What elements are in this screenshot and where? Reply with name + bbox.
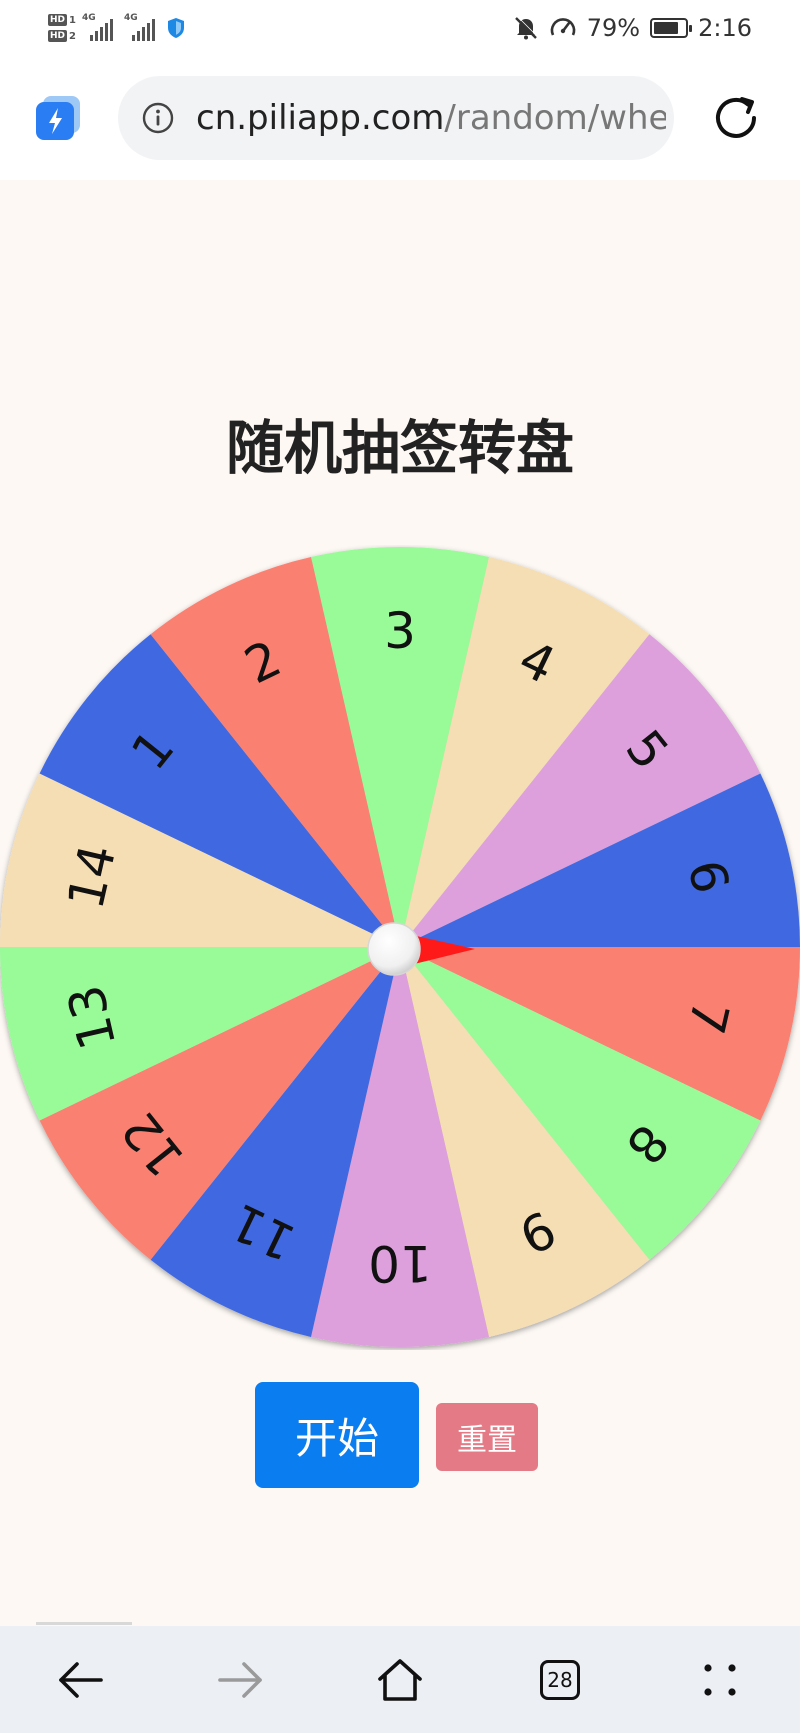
speed-gauge-icon — [550, 18, 576, 36]
start-button[interactable]: 开始 — [255, 1382, 419, 1488]
url-host: cn.piliapp.com — [196, 98, 445, 138]
back-arrow-icon — [59, 1661, 103, 1698]
address-bar[interactable]: cn.piliapp.com/random/whee — [118, 76, 674, 160]
tabs-button[interactable]: 28 — [510, 1626, 610, 1733]
tabs-icon: 28 — [540, 1659, 580, 1700]
back-button[interactable] — [31, 1626, 131, 1733]
info-icon[interactable] — [142, 102, 174, 134]
hd1-label: HD — [48, 14, 68, 26]
menu-dots-icon — [704, 1663, 736, 1696]
url-text[interactable]: cn.piliapp.com/random/whee — [196, 76, 666, 160]
wheel-label-3: 3 — [384, 602, 416, 660]
signal-1-icon: 4G — [82, 13, 118, 43]
security-shield-icon — [167, 18, 184, 38]
browser-toolbar: cn.piliapp.com/random/whee — [0, 56, 800, 180]
hd1-number: 1 — [69, 14, 76, 26]
clock-time: 2:16 — [698, 14, 752, 42]
status-left: HD 1 HD 2 4G 4G — [48, 6, 186, 50]
status-right: 79% 2:16 — [513, 0, 752, 56]
forward-arrow-icon — [218, 1661, 262, 1698]
battery-icon — [650, 18, 693, 38]
reset-button[interactable]: 重置 — [436, 1403, 538, 1471]
url-path: /random/whee — [444, 98, 666, 138]
home-icon — [378, 1658, 422, 1701]
hd2-indicator: HD 2 — [48, 30, 76, 42]
forward-button[interactable] — [190, 1626, 290, 1733]
menu-button[interactable] — [670, 1626, 770, 1733]
wheel-container: 3 4 5 6 7 8 9 10 11 12 13 14 1 2 — [0, 545, 800, 1350]
battery-percent: 79% — [586, 14, 641, 42]
hd-indicators: HD 1 HD 2 — [48, 14, 76, 42]
browser-bolt-icon[interactable] — [36, 96, 82, 142]
spin-wheel[interactable]: 3 456789101112131412 — [0, 545, 800, 1350]
hd2-number: 2 — [69, 30, 76, 42]
home-button[interactable] — [350, 1626, 450, 1733]
signal-2-icon: 4G — [124, 13, 160, 43]
reload-icon[interactable] — [708, 90, 764, 146]
page-title: 随机抽签转盘 — [225, 414, 574, 482]
hd1-indicator: HD 1 — [48, 14, 76, 26]
scroll-indicator — [36, 1622, 132, 1625]
mute-bell-icon — [514, 16, 538, 40]
status-bar: HD 1 HD 2 4G 4G 79% 2:16 — [0, 0, 800, 56]
wheel-label-10: 10 — [368, 1234, 432, 1292]
wheel-hub — [367, 922, 421, 976]
bottom-navigation: 28 — [0, 1626, 800, 1733]
tab-count: 28 — [547, 1667, 573, 1692]
hd2-label: HD — [48, 30, 68, 42]
